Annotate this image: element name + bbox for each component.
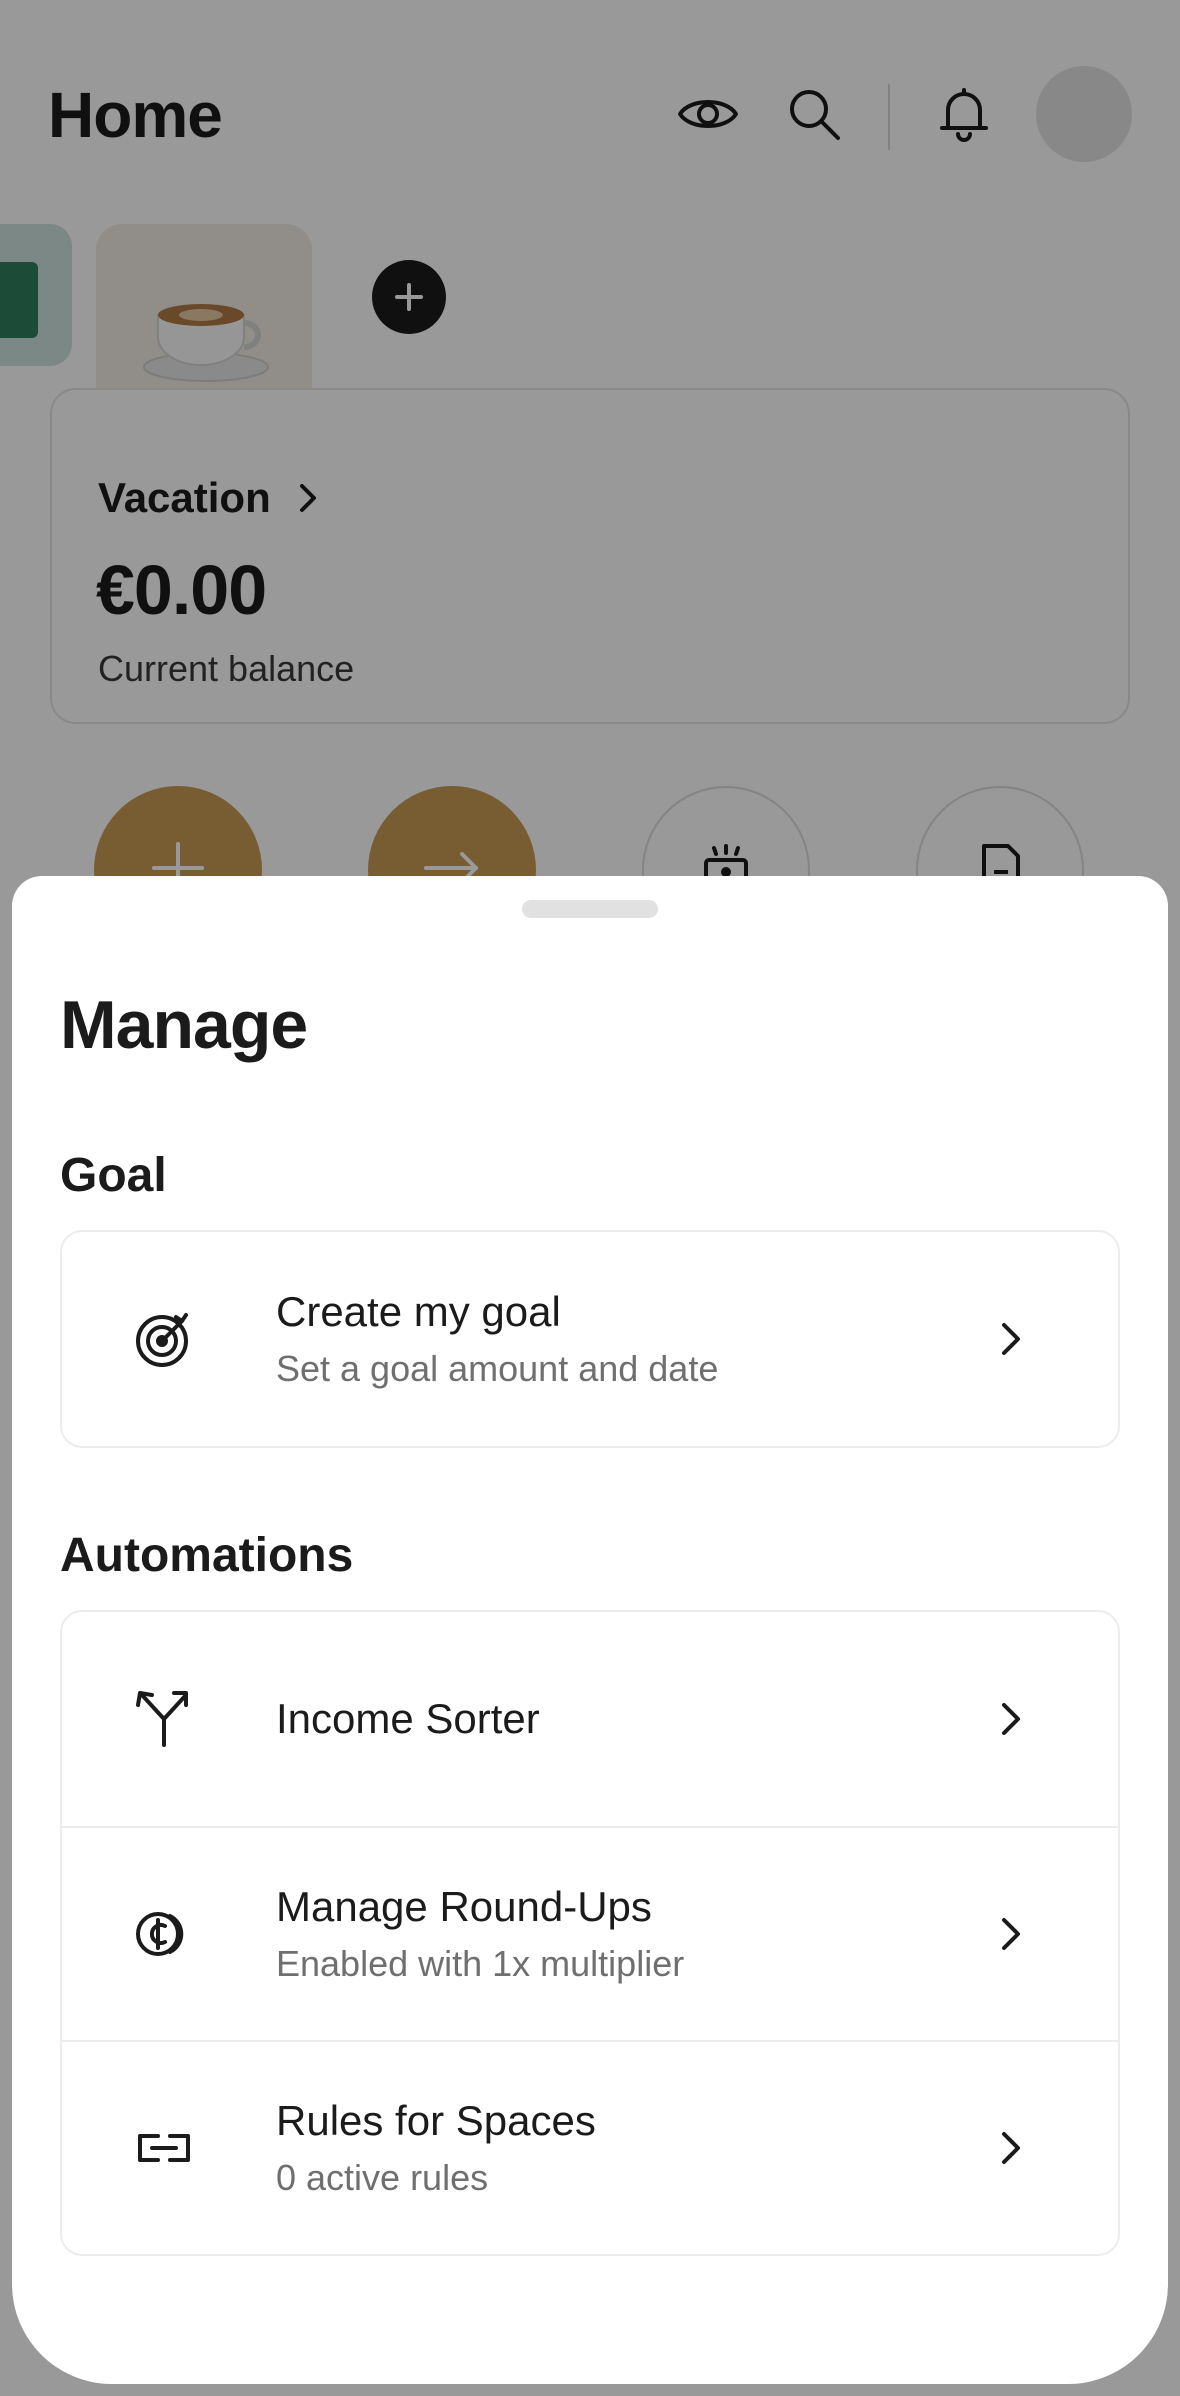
row-subtitle: Set a goal amount and date bbox=[276, 1348, 719, 1390]
chevron-right-icon bbox=[990, 2128, 1030, 2168]
row-subtitle: Enabled with 1x multiplier bbox=[276, 1943, 685, 1985]
chevron-right-icon bbox=[990, 1319, 1030, 1359]
row-label: Income Sorter bbox=[276, 1694, 540, 1742]
chevron-right-icon bbox=[990, 1914, 1030, 1954]
manage-sheet: Manage Goal Create my goal Set a goal am… bbox=[12, 876, 1168, 2384]
round-ups-row[interactable]: Manage Round-Ups Enabled with 1x multipl… bbox=[62, 1826, 1118, 2040]
create-goal-row[interactable]: Create my goal Set a goal amount and dat… bbox=[62, 1232, 1118, 1446]
goal-group: Create my goal Set a goal amount and dat… bbox=[60, 1230, 1120, 1448]
round-up-coin-icon bbox=[128, 1898, 200, 1970]
income-sorter-row[interactable]: Income Sorter bbox=[62, 1612, 1118, 1826]
chevron-right-icon bbox=[990, 1699, 1030, 1739]
sheet-grabber[interactable] bbox=[522, 900, 658, 918]
link-icon bbox=[128, 2112, 200, 2184]
row-subtitle: 0 active rules bbox=[276, 2157, 489, 2199]
sheet-title: Manage bbox=[60, 987, 308, 1063]
split-arrows-icon bbox=[128, 1683, 200, 1755]
automations-section-title: Automations bbox=[60, 1529, 354, 1582]
target-icon bbox=[128, 1303, 200, 1375]
automations-group: Income Sorter Manage Round-Ups Enabled w… bbox=[60, 1610, 1120, 2256]
row-label: Create my goal bbox=[276, 1288, 561, 1336]
row-label: Rules for Spaces bbox=[276, 2097, 596, 2145]
goal-section-title: Goal bbox=[60, 1149, 167, 1202]
rules-for-spaces-row[interactable]: Rules for Spaces 0 active rules bbox=[62, 2040, 1118, 2254]
row-label: Manage Round-Ups bbox=[276, 1883, 652, 1931]
